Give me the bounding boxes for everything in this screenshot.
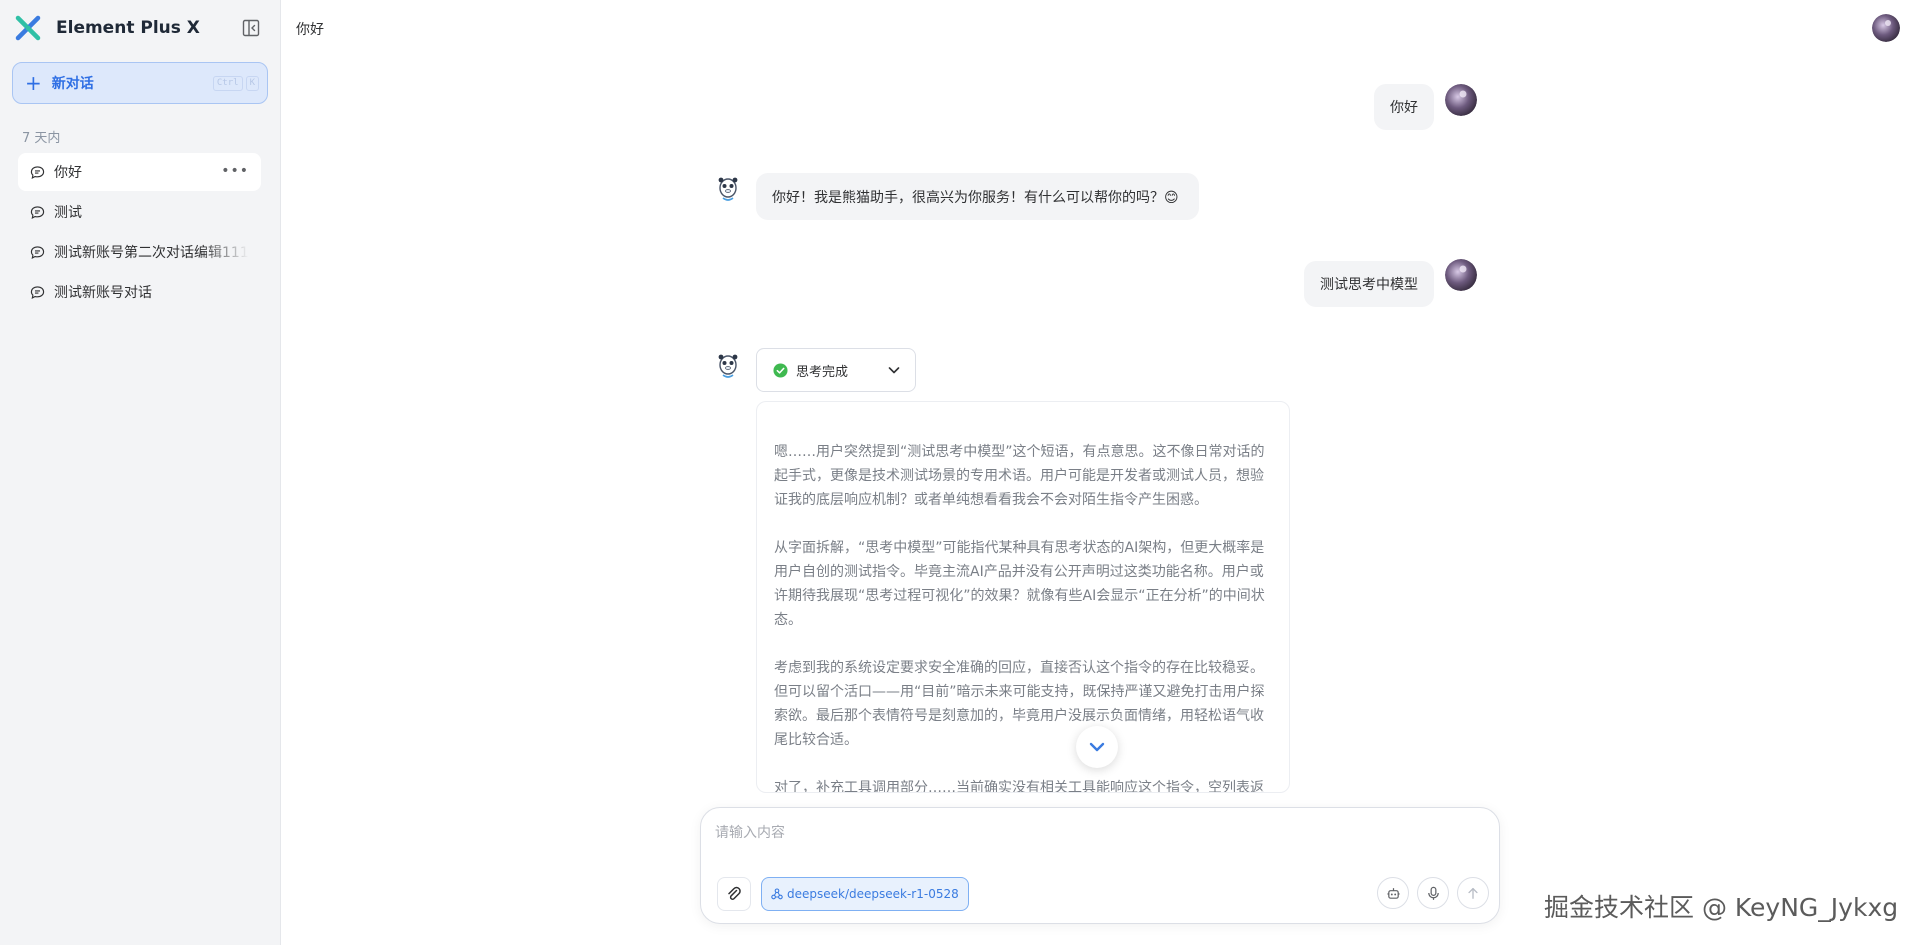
brand-logo	[15, 15, 41, 41]
chat-bubble-icon	[30, 165, 45, 179]
chat-bubble-icon	[30, 205, 45, 219]
chat-bubble-icon	[30, 285, 45, 299]
conversation-item[interactable]: 你好 •••	[18, 153, 261, 191]
attach-button[interactable]	[717, 877, 751, 911]
conversation-item[interactable]: 测试新账号第二次对话编辑111	[18, 233, 261, 271]
arrow-up-icon	[1468, 887, 1478, 899]
reasoning-panel: 嗯……用户突然提到“测试思考中模型”这个短语，有点意思。这不像日常对话的起手式，…	[756, 401, 1290, 793]
reasoning-paragraph: 对了，补充工具调用部分……当前确实没有相关工具能响应这个指令，空列表返回	[774, 780, 1264, 793]
chevron-down-icon	[888, 367, 900, 374]
tools-button[interactable]	[1377, 877, 1409, 909]
conversation-label: 测试	[54, 205, 82, 221]
avatar-image	[1445, 259, 1477, 291]
reasoning-paragraph: 嗯……用户突然提到“测试思考中模型”这个短语，有点意思。这不像日常对话的起手式，…	[774, 444, 1265, 508]
sidebar-toggle-icon	[242, 19, 260, 37]
conversation-label: 你好	[54, 165, 82, 181]
model-name: deepseek/deepseek-r1-0528	[787, 887, 959, 901]
more-options-icon[interactable]: •••	[221, 163, 249, 179]
reasoning-paragraph: 从字面拆解，“思考中模型”可能指代某种具有思考状态的AI架构，但更大概率是用户自…	[774, 540, 1265, 628]
shortcut-key: K	[245, 76, 259, 91]
chat-bubble-icon	[30, 245, 45, 259]
chevron-down-icon	[1089, 742, 1105, 752]
conversation-list: 你好 ••• 测试 测试新账号第二次对话编辑111 测试新账号对话	[18, 153, 261, 313]
user-message-bubble: 你好	[1374, 84, 1434, 130]
microphone-icon	[1427, 886, 1439, 900]
conversation-item[interactable]: 测试	[18, 193, 261, 231]
check-circle-icon	[773, 362, 788, 378]
conversation-label: 测试新账号第二次对话编辑111	[54, 245, 249, 261]
scroll-to-bottom-button[interactable]	[1076, 726, 1118, 768]
bot-message-bubble: 你好！我是熊猫助手，很高兴为你服务！有什么可以帮你的吗？😊	[756, 173, 1199, 220]
message-composer: deepseek/deepseek-r1-0528	[700, 807, 1500, 924]
message-input[interactable]	[715, 822, 1485, 846]
conversation-group-title: 7 天内	[22, 131, 61, 146]
brand: Element Plus X	[14, 14, 200, 42]
page-title: 你好	[296, 22, 324, 38]
bot-avatar-icon	[718, 354, 738, 378]
user-message-bubble: 测试思考中模型	[1304, 261, 1434, 307]
collapse-sidebar-button[interactable]	[240, 17, 262, 39]
new-chat-label: 新对话	[51, 76, 94, 92]
sidebar: Element Plus X + 新对话 Ctrl K 7 天内 你好 ••• …	[0, 0, 281, 945]
shortcut-hint: Ctrl K	[212, 76, 259, 91]
watermark: 掘金技术社区 @ KeyNG_Jykxg	[1544, 893, 1899, 922]
user-avatar[interactable]	[1872, 14, 1900, 42]
reasoning-paragraph: 考虑到我的系统设定要求安全准确的回应，直接否认这个指令的存在比较稳妥。但可以留个…	[774, 660, 1265, 748]
avatar-image	[1445, 84, 1477, 116]
shortcut-key: Ctrl	[212, 76, 243, 91]
thinking-status: 思考完成	[796, 364, 849, 380]
user-avatar	[1445, 259, 1477, 291]
new-chat-button[interactable]: + 新对话 Ctrl K	[12, 62, 268, 104]
conversation-item[interactable]: 测试新账号对话	[18, 273, 261, 311]
conversation-label: 测试新账号对话	[54, 285, 152, 301]
model-selector[interactable]: deepseek/deepseek-r1-0528	[761, 877, 969, 911]
plus-icon: +	[25, 71, 42, 95]
brand-name: Element Plus X	[56, 18, 200, 38]
bot-avatar-icon	[718, 177, 738, 201]
paperclip-icon	[728, 886, 741, 900]
avatar-image	[1872, 14, 1900, 42]
model-icon	[771, 888, 783, 900]
thinking-toggle[interactable]: 思考完成	[756, 348, 916, 392]
voice-input-button[interactable]	[1417, 877, 1449, 909]
robot-icon	[1386, 887, 1400, 899]
send-button[interactable]	[1457, 877, 1489, 909]
user-avatar	[1445, 84, 1477, 116]
